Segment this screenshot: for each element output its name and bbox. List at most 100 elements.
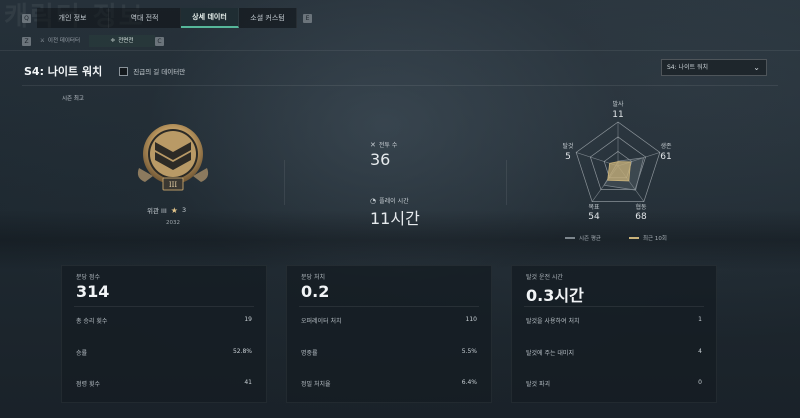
radar-value-fire: 11 [612, 110, 624, 120]
row-value: 19 [244, 316, 252, 323]
rank-name: 위관 III [147, 207, 167, 215]
season-dropdown-value: S4: 나이트 워치 [667, 64, 709, 71]
rank-points: 2032 [166, 220, 180, 226]
card-value: 0.3시간 [526, 286, 584, 305]
subtab-all-out-war[interactable]: ✛ 전면전 [89, 35, 155, 47]
row-value: 4 [698, 348, 702, 355]
rank-stars: 3 [181, 206, 187, 214]
row-label: 오퍼레이터 처치 [301, 318, 342, 325]
divider [299, 306, 479, 307]
clock-icon: ◔ [370, 196, 377, 205]
top-tabs: 개인 정보 역대 전적 상세 데이터 소셜 커스텀 [37, 8, 297, 28]
season-title: S4: 나이트 워치 [24, 65, 103, 78]
card-row: 오퍼레이터 처치 110 [301, 316, 477, 328]
season-best-label: 시즌 최고 [62, 96, 84, 102]
row-value: 0 [698, 379, 702, 386]
card-row: 명중률 5.5% [301, 348, 477, 360]
matches-label: 전투 수 [378, 142, 398, 149]
score-card: 분당 점수 314 총 승리 횟수 19 승률 52.8% 점령 횟수 41 [61, 265, 267, 403]
legend-recent-10: 최근 10회 [629, 234, 667, 242]
subnav-key-left: Z [22, 36, 31, 46]
key-hint-right: E [303, 13, 312, 23]
star-icon: ★ [170, 205, 178, 215]
row-label: 탈것에 주는 대미지 [526, 350, 574, 357]
divider [506, 160, 507, 205]
card-label: 탈것 운전 시간 [526, 274, 563, 281]
card-row: 탈것을 사용하여 처치 1 [526, 316, 702, 328]
tab-match-history[interactable]: 역대 전적 [109, 8, 181, 28]
row-value: 52.8% [232, 348, 252, 355]
chevron-down-icon: ⌄ [753, 63, 760, 72]
radar-value-vehicle: 5 [565, 152, 571, 162]
radar-label-teamwork: 협동 [635, 204, 647, 211]
sub-nav: Z ⚔ 이전 데이터터 ✛ 전면전 C [22, 35, 164, 47]
radar-label-vehicle: 탈것 [562, 143, 574, 150]
legend-swatch [629, 237, 639, 239]
card-row: 정밀 처치율 6.4% [301, 379, 477, 391]
legend-label: 최근 10회 [643, 236, 667, 242]
tab-personal-info[interactable]: 개인 정보 [37, 8, 109, 28]
rank-medal-icon: III [137, 124, 209, 191]
legend-label: 시즌 평균 [579, 236, 601, 242]
row-value: 41 [244, 379, 252, 386]
checkbox-label: 진급의 길 데이터만 [133, 68, 186, 76]
crosshair-icon: ✛ [110, 38, 116, 44]
tab-detailed-data[interactable]: 상세 데이터 [181, 8, 239, 28]
swords-icon: ⚔ [39, 38, 45, 44]
playtime-label-group: ◔ 플레이 시간 [370, 196, 409, 206]
radar-value-teamwork: 68 [635, 212, 647, 222]
radar-series-1 [607, 161, 631, 182]
path-data-checkbox[interactable] [119, 66, 129, 76]
row-value: 5.5% [461, 348, 477, 355]
crossed-swords-icon: ✕ [370, 140, 376, 149]
medal-numeral: III [169, 181, 178, 189]
card-label: 분당 점수 [76, 274, 100, 281]
tab-social-custom[interactable]: 소셜 커스텀 [239, 8, 297, 28]
row-label: 명중률 [301, 350, 318, 357]
divider [74, 306, 254, 307]
subtab-label: 이전 데이터터 [47, 38, 81, 44]
playtime-label: 플레이 시간 [379, 198, 409, 205]
row-value: 110 [465, 316, 477, 323]
matches-label-group: ✕ 전투 수 [370, 140, 398, 150]
kills-card: 분당 처치 0.2 오퍼레이터 처치 110 명중률 5.5% 정밀 처치율 6.4% [286, 265, 492, 403]
card-value: 0.2 [301, 282, 330, 301]
top-nav: Q 개인 정보 역대 전적 상세 데이터 소셜 커스텀 E [22, 8, 312, 28]
row-label: 탈것 파괴 [526, 381, 550, 388]
row-label: 정밀 처치율 [301, 381, 331, 388]
card-row: 승률 52.8% [76, 348, 252, 360]
vehicle-card: 탈것 운전 시간 0.3시간 탈것을 사용하여 처치 1 탈것에 주는 대미지 4 … [511, 265, 717, 403]
section-header: S4: 나이트 워치 진급의 길 데이터만 [24, 63, 185, 79]
divider [22, 85, 778, 86]
legend-swatch [565, 237, 575, 239]
row-value: 1 [698, 316, 702, 323]
radar-label-objective: 목표 [588, 204, 600, 211]
subnav-key-right: C [155, 36, 164, 46]
card-label: 분당 처치 [301, 274, 325, 281]
radar-label-fire: 발사 [612, 101, 624, 108]
row-label: 점령 횟수 [76, 381, 100, 388]
row-value: 6.4% [461, 379, 477, 386]
card-row: 점령 횟수 41 [76, 379, 252, 391]
card-row: 탈것에 주는 대미지 4 [526, 348, 702, 360]
card-row: 총 승리 횟수 19 [76, 316, 252, 328]
subtab-label: 전면전 [118, 38, 134, 44]
matches-value: 36 [370, 150, 391, 169]
divider [0, 50, 800, 51]
subtab-previous-data[interactable]: ⚔ 이전 데이터터 [31, 35, 89, 47]
row-label: 탈것을 사용하여 처치 [526, 318, 580, 325]
key-hint-left: Q [22, 13, 31, 23]
divider [524, 306, 704, 307]
rank-line: 위관 III ★ 3 [147, 205, 187, 216]
row-label: 총 승리 횟수 [76, 318, 108, 325]
divider [284, 160, 285, 205]
season-dropdown[interactable]: S4: 나이트 워치 ⌄ [661, 59, 767, 76]
radar-value-survival: 61 [660, 152, 672, 162]
radar-value-objective: 54 [588, 212, 600, 222]
radar-label-survival: 생존 [660, 143, 672, 150]
row-label: 승률 [76, 350, 88, 357]
legend-season-average: 시즌 평균 [565, 234, 601, 242]
playtime-value: 11시간 [370, 209, 420, 228]
card-row: 탈것 파괴 0 [526, 379, 702, 391]
card-value: 314 [76, 282, 110, 301]
